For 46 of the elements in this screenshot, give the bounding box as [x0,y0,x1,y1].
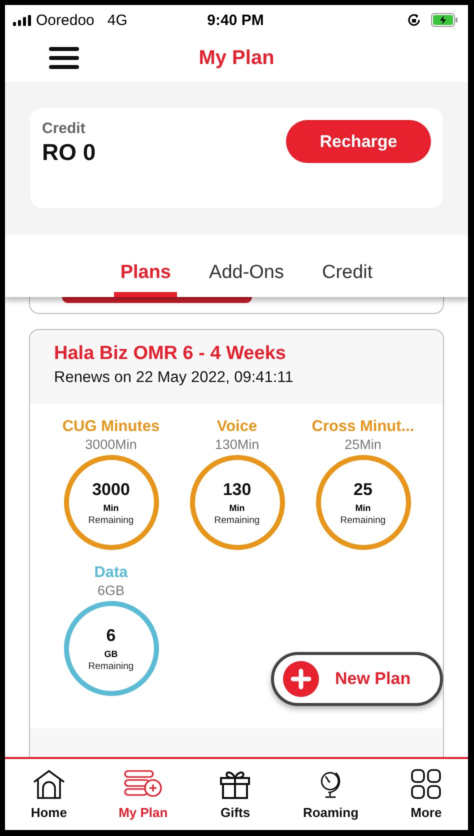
usage-name: CUG Minutes [62,418,160,436]
remaining-value: 6 [106,626,116,646]
renewal-date: Renews on 22 May 2022, 09:41:11 [54,369,294,387]
remaining-caption: Remaining [214,514,260,526]
usage-name: Data [94,564,128,582]
usage-name: Voice [216,418,258,436]
nav-item[interactable]: More [406,769,446,820]
remaining-unit: Min [103,502,119,512]
usage-total: 6GB [97,583,124,598]
remaining-unit: GB [104,648,118,658]
credit-label: Credit [42,120,86,137]
signal-icon [13,14,31,26]
credit-amount: RO 0 [42,139,96,166]
gift-icon [219,769,252,799]
remaining-caption: Remaining [88,514,134,526]
usage-total: 25Min [344,437,382,452]
nav-item[interactable]: Roaming [298,769,363,820]
battery-charging-icon [430,13,458,27]
stack-plus-icon [123,769,164,799]
remaining-caption: Remaining [88,660,134,672]
remaining-value: 3000 [92,480,130,500]
usage-name: Cross Minut... [312,418,414,436]
plan-title: Hala Biz OMR 6 - 4 Weeks [54,343,287,365]
new-plan-button[interactable]: New Plan [271,652,443,706]
tab[interactable]: Credit [316,245,379,297]
remaining-value: 25 [354,480,372,500]
remaining-unit: Min [229,502,245,512]
remaining-value: 130 [222,480,252,500]
remaining-caption: Remaining [340,514,386,526]
plus-icon [283,661,319,697]
tab[interactable]: Add-Ons [203,245,290,297]
usage-total: 3000Min [85,437,137,452]
grid-icon [410,769,442,799]
remaining-unit: Min [355,502,371,512]
home-icon [32,769,66,799]
nav-item[interactable]: Gifts [215,769,256,820]
nav-item[interactable]: My Plan [114,769,172,820]
rotation-lock-icon [406,13,421,27]
recharge-button[interactable]: Recharge [286,120,431,163]
network-type: 4G [107,12,128,28]
page-title: My Plan [198,47,274,70]
usage-total: 130Min [214,437,260,452]
nav-item[interactable]: Home [26,769,71,820]
carrier-name: Ooredoo [36,12,94,28]
menu-icon[interactable] [49,47,79,69]
clock-time: 9:40 PM [207,12,264,28]
